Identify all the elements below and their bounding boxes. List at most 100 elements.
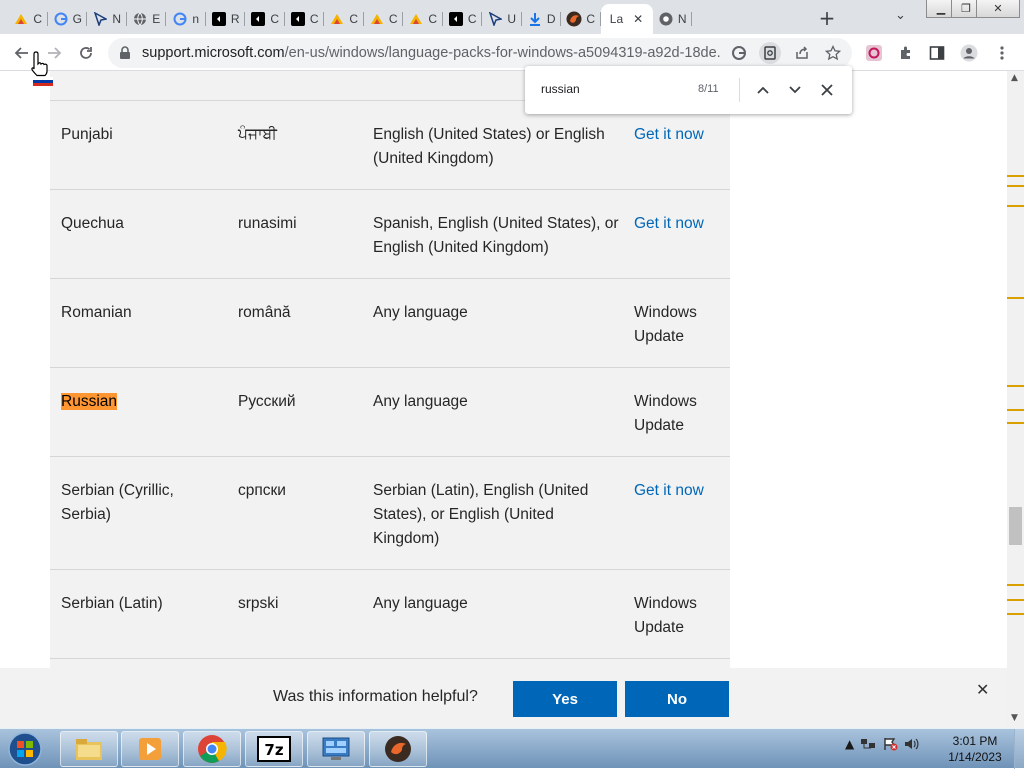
show-desktop-button[interactable] — [1014, 729, 1024, 769]
start-button[interactable] — [4, 730, 46, 768]
browser-tab[interactable]: n — [166, 4, 206, 34]
language-name: Romanian — [61, 304, 132, 321]
taskbar-clock[interactable]: 3:01 PM 1/14/2023 — [940, 733, 1010, 765]
find-marker — [1007, 613, 1024, 615]
tab-title: C — [586, 12, 596, 26]
language-name: Serbian (Cyrillic, Serbia) — [61, 482, 174, 523]
taskbar-7zip[interactable]: 7z — [245, 731, 303, 767]
google-icon — [732, 46, 746, 60]
feedback-close-icon[interactable]: ✕ — [976, 680, 989, 699]
browser-tab[interactable]: G — [48, 4, 88, 34]
black-square-icon — [211, 11, 227, 27]
find-previous-button[interactable] — [753, 80, 773, 100]
tab-title: C — [349, 12, 359, 26]
browser-tab[interactable]: N — [653, 4, 693, 34]
black-square-icon — [448, 11, 464, 27]
browser-tab[interactable]: C — [561, 4, 601, 34]
find-marker — [1007, 422, 1024, 424]
get-it-now-link[interactable]: Get it now — [634, 123, 726, 147]
browser-tab[interactable]: C — [443, 4, 483, 34]
share-button[interactable] — [791, 42, 813, 64]
taskbar-file-explorer[interactable] — [60, 731, 118, 767]
find-input[interactable] — [541, 82, 691, 96]
tab-close-icon[interactable]: ✕ — [633, 12, 643, 26]
browser-tab[interactable]: C — [324, 4, 364, 34]
browser-tab[interactable]: C — [285, 4, 325, 34]
close-window-button[interactable]: ✕ — [976, 0, 1020, 18]
google-icon — [172, 11, 188, 27]
tray-expand-icon[interactable]: ▲ — [845, 737, 854, 751]
feedback-no-button[interactable]: No — [625, 681, 729, 717]
taskbar-media-player[interactable] — [121, 731, 179, 767]
vertical-scrollbar[interactable]: ▲ ▼ — [1007, 71, 1024, 728]
colorful-logo-icon — [408, 11, 424, 27]
reload-button[interactable] — [75, 42, 97, 64]
action-center-flag-icon[interactable] — [882, 737, 898, 751]
get-it-now-link[interactable]: Get it now — [634, 479, 726, 503]
network-icon[interactable] — [860, 737, 876, 751]
browser-tab[interactable]: C — [364, 4, 404, 34]
browser-tab[interactable]: D — [522, 4, 562, 34]
browser-tab[interactable]: R — [206, 4, 246, 34]
profile-avatar-icon — [960, 44, 978, 62]
back-arrow-icon — [14, 47, 28, 59]
new-tab-button[interactable]: + — [815, 6, 839, 30]
tab-title: C — [467, 12, 477, 26]
find-marker — [1007, 599, 1024, 601]
tab-title: N — [112, 12, 122, 26]
browser-tab[interactable]: La ✕ — [600, 4, 653, 34]
control-panel-icon — [322, 737, 350, 760]
browser-tab[interactable]: C — [245, 4, 285, 34]
taskbar-control-panel[interactable] — [307, 731, 365, 767]
chrome-icon — [658, 11, 674, 27]
address-bar[interactable]: support.microsoft.com/en-us/windows/lang… — [108, 38, 852, 68]
chrome-icon — [198, 735, 227, 763]
bookmark-button[interactable] — [822, 42, 844, 64]
feedback-question: Was this information helpful? — [273, 688, 478, 705]
tab-search-button[interactable]: ⌄ — [895, 8, 906, 23]
get-it-now-link[interactable]: Get it now — [634, 212, 726, 236]
table-row: Serbian (Cyrillic, Serbia) српски Serbian … — [50, 456, 730, 569]
find-marker — [1007, 385, 1024, 387]
browser-menu-button[interactable] — [991, 42, 1013, 64]
native-name: română — [238, 304, 291, 321]
colorful-logo-icon — [369, 11, 385, 27]
globe-icon — [132, 11, 148, 27]
dark-circle-icon — [566, 11, 582, 27]
tab-title: La — [609, 12, 624, 26]
side-panel-button[interactable] — [926, 42, 948, 64]
extensions-menu-button[interactable] — [895, 42, 917, 64]
base-language: Serbian (Latin), English (United States)… — [373, 482, 589, 547]
browser-tab[interactable]: C — [8, 4, 48, 34]
taskbar-chrome[interactable] — [183, 731, 241, 767]
scroll-up-arrow-icon[interactable]: ▲ — [1011, 73, 1018, 83]
orange-bird-icon — [385, 736, 411, 762]
tab-title: R — [230, 12, 240, 26]
find-in-page-button[interactable] — [759, 42, 781, 64]
volume-icon[interactable] — [904, 737, 920, 751]
scrollbar-thumb[interactable] — [1009, 507, 1022, 545]
taskbar-app-bird[interactable] — [369, 731, 427, 767]
google-translate-button[interactable] — [728, 42, 750, 64]
find-close-button[interactable] — [817, 80, 837, 100]
colorful-logo-icon — [329, 11, 345, 27]
find-marker — [1007, 409, 1024, 411]
scroll-down-arrow-icon[interactable]: ▼ — [1011, 713, 1018, 723]
browser-tab[interactable]: E — [127, 4, 167, 34]
extension-button[interactable] — [863, 42, 885, 64]
feedback-yes-button[interactable]: Yes — [513, 681, 617, 717]
more-vert-icon — [1000, 46, 1004, 60]
clock-time: 3:01 PM — [952, 734, 998, 748]
find-next-button[interactable] — [785, 80, 805, 100]
tab-title: C — [309, 12, 319, 26]
browser-tab[interactable]: U — [482, 4, 522, 34]
browser-tab[interactable]: N — [87, 4, 127, 34]
table-row: Romanian română Any language Windows Update — [50, 278, 730, 367]
profile-button[interactable] — [958, 42, 980, 64]
black-square-icon — [250, 11, 266, 27]
tab-strip: C G N En R C C C C C C U D C La ✕ N + ⌄ ▁ ❐ ✕ — [0, 0, 1024, 34]
google-icon — [53, 11, 69, 27]
system-tray: ▲ — [845, 737, 920, 751]
hand-cursor-icon — [31, 51, 53, 86]
browser-tab[interactable]: C — [403, 4, 443, 34]
